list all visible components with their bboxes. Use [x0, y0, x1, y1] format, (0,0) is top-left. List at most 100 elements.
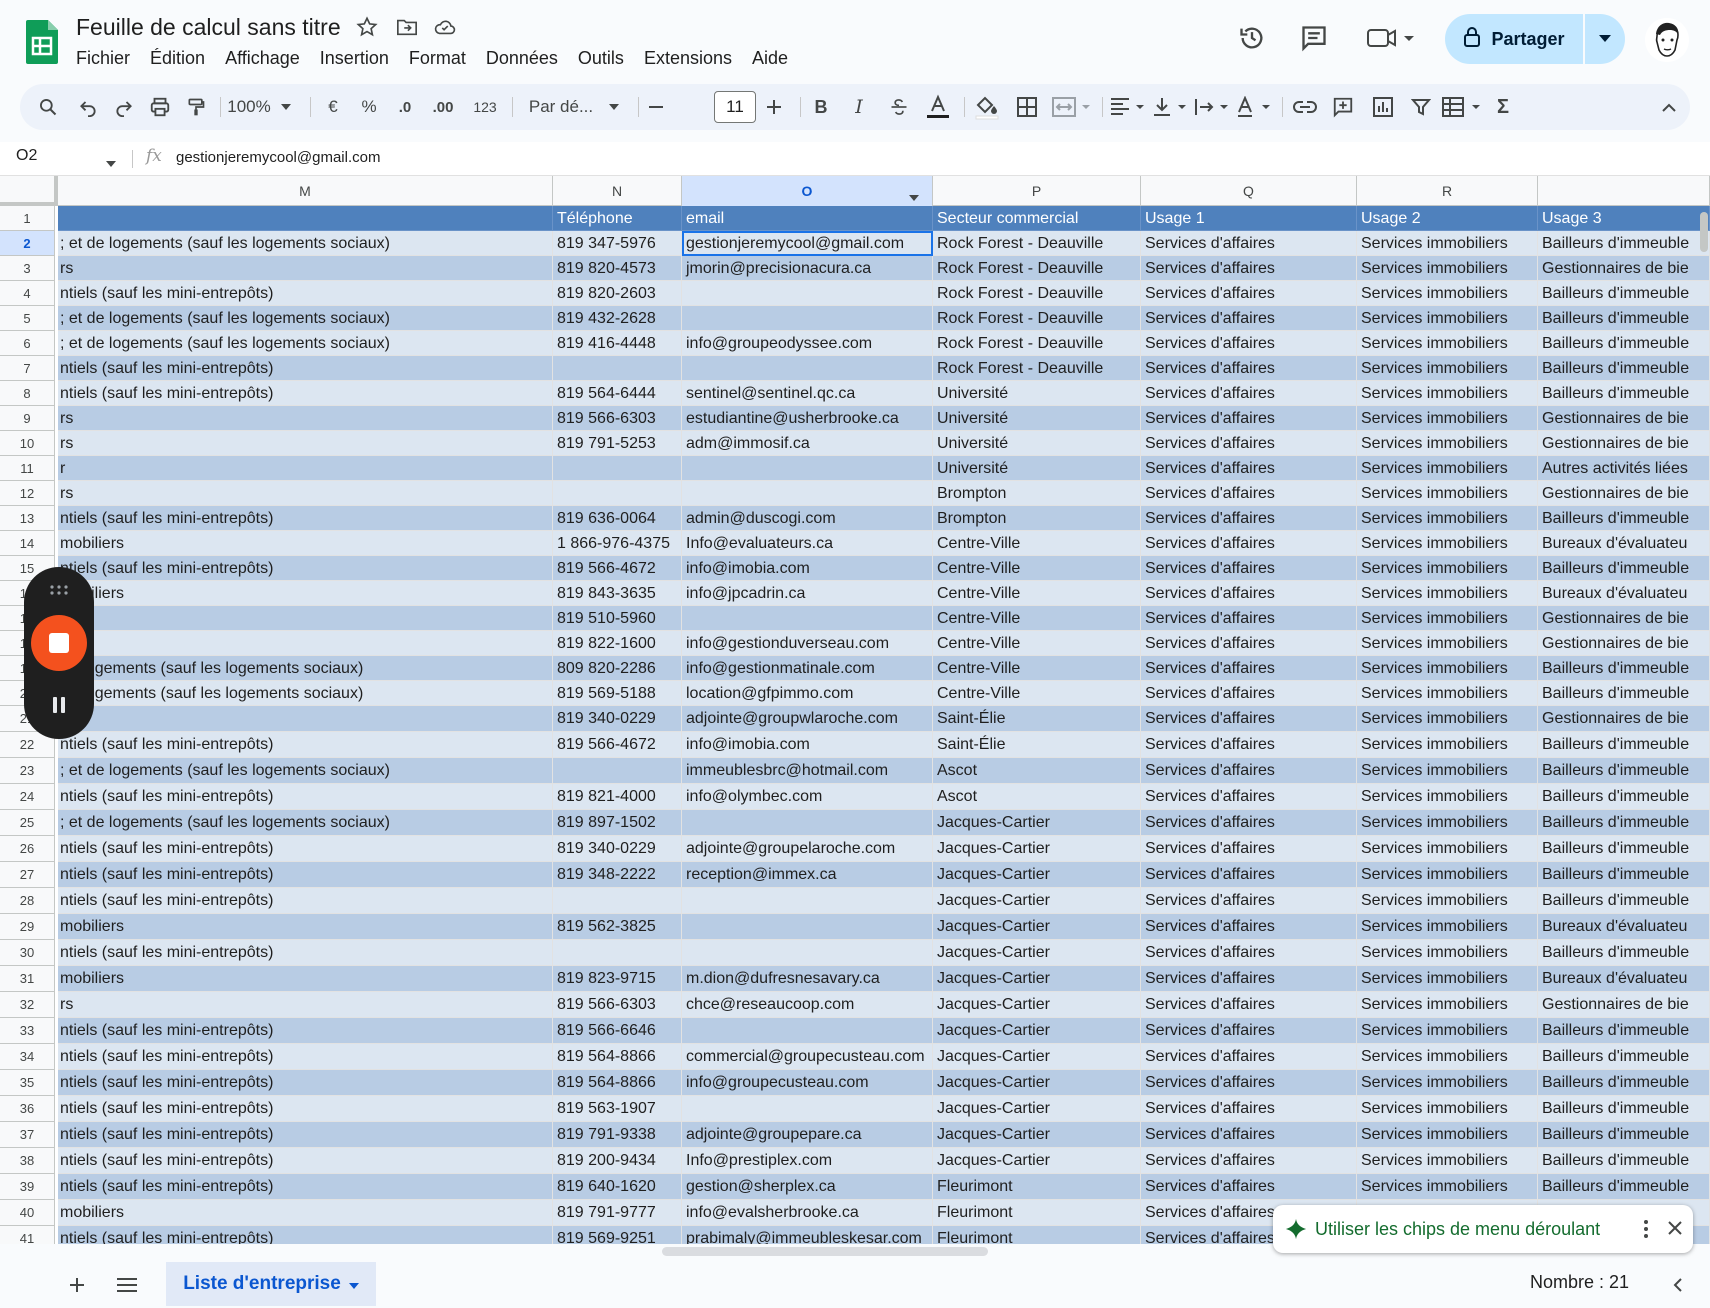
table-cell[interactable]: Bailleurs d'immeuble — [1538, 506, 1710, 531]
table-cell[interactable]: 819 566-6303 — [553, 992, 682, 1018]
insert-chart-icon[interactable] — [1366, 84, 1400, 130]
row-header[interactable]: 26 — [0, 836, 55, 862]
table-cell[interactable]: Services d'affaires — [1141, 914, 1357, 940]
table-cell[interactable]: r — [58, 456, 553, 481]
menu-insertion[interactable]: Insertion — [310, 44, 399, 72]
table-cell[interactable]: Services immobiliers — [1357, 606, 1538, 631]
fill-color-icon[interactable] — [970, 84, 1004, 130]
table-cell[interactable]: Jacques-Cartier — [933, 1044, 1141, 1070]
table-cell[interactable]: ntiels (sauf les mini-entrepôts) — [58, 556, 553, 581]
table-cell[interactable]: Ascot — [933, 784, 1141, 810]
table-cell[interactable]: ; et de logements (sauf les logements so… — [58, 758, 553, 784]
table-cell[interactable]: Info@evaluateurs.ca — [682, 531, 933, 556]
table-cell[interactable]: 819 340-0229 — [553, 836, 682, 862]
table-cell[interactable]: Services d'affaires — [1141, 356, 1357, 381]
row-header[interactable]: 35 — [0, 1070, 55, 1096]
table-cell[interactable]: 819 200-9434 — [553, 1148, 682, 1174]
row-header[interactable]: 30 — [0, 940, 55, 966]
table-cell[interactable]: Bailleurs d'immeuble — [1538, 381, 1710, 406]
table-cell[interactable]: Bailleurs d'immeuble — [1538, 758, 1710, 784]
table-cell[interactable]: Services immobiliers — [1357, 506, 1538, 531]
dropdown-chips-suggestion[interactable]: Utiliser les chips de menu déroulant — [1273, 1205, 1693, 1253]
table-cell[interactable]: Centre-Ville — [933, 606, 1141, 631]
table-cell[interactable]: Services d'affaires — [1141, 506, 1357, 531]
all-sheets-icon[interactable] — [112, 1270, 142, 1300]
close-icon[interactable] — [1667, 1220, 1683, 1241]
header-cell[interactable]: Téléphone — [553, 206, 682, 231]
table-cell[interactable]: Services immobiliers — [1357, 1044, 1538, 1070]
table-cell[interactable]: ntiels (sauf les mini-entrepôts) — [58, 1226, 553, 1244]
table-cell[interactable] — [553, 940, 682, 966]
table-cell[interactable]: 819 564-6444 — [553, 381, 682, 406]
table-cell[interactable]: Bailleurs d'immeuble — [1538, 1122, 1710, 1148]
table-cell[interactable]: 819 791-5253 — [553, 431, 682, 456]
row-header[interactable]: 3 — [0, 256, 55, 281]
table-cell[interactable]: Gestionnaires de bie — [1538, 606, 1710, 631]
table-cell[interactable]: Services d'affaires — [1141, 1070, 1357, 1096]
table-cell[interactable]: Services d'affaires — [1141, 732, 1357, 758]
bold-icon[interactable]: B — [806, 84, 836, 130]
table-cell[interactable]: Services immobiliers — [1357, 836, 1538, 862]
table-cell[interactable]: 819 564-8866 — [553, 1070, 682, 1096]
table-cell[interactable]: info@evalsherbrooke.ca — [682, 1200, 933, 1226]
table-icon[interactable] — [1440, 84, 1484, 130]
table-cell[interactable]: Services immobiliers — [1357, 966, 1538, 992]
table-cell[interactable]: info@gestionduverseau.com — [682, 631, 933, 656]
table-cell[interactable] — [682, 481, 933, 506]
table-cell[interactable]: 819 566-4672 — [553, 556, 682, 581]
table-cell[interactable]: Brompton — [933, 506, 1141, 531]
table-cell[interactable]: Services immobiliers — [1357, 862, 1538, 888]
table-cell[interactable]: Services d'affaires — [1141, 940, 1357, 966]
avatar[interactable] — [1645, 18, 1689, 62]
table-cell[interactable]: Services immobiliers — [1357, 531, 1538, 556]
row-header[interactable]: 39 — [0, 1174, 55, 1200]
table-cell[interactable] — [682, 1018, 933, 1044]
table-cell[interactable]: Jacques-Cartier — [933, 810, 1141, 836]
table-cell[interactable]: estudiantine@usherbrooke.ca — [682, 406, 933, 431]
table-cell[interactable] — [682, 810, 933, 836]
table-cell[interactable]: Centre-Ville — [933, 581, 1141, 606]
table-cell[interactable]: Services d'affaires — [1141, 1018, 1357, 1044]
table-cell[interactable]: Services immobiliers — [1357, 406, 1538, 431]
table-cell[interactable]: ; et de logements (sauf les logements so… — [58, 306, 553, 331]
column-header[interactable]: N — [553, 176, 682, 206]
table-cell[interactable]: 819 340-0229 — [553, 706, 682, 732]
table-cell[interactable]: ntiels (sauf les mini-entrepôts) — [58, 1018, 553, 1044]
table-cell[interactable]: ; et de logements (sauf les logements so… — [58, 810, 553, 836]
row-header[interactable]: 36 — [0, 1096, 55, 1122]
column-header[interactable]: Q — [1141, 176, 1357, 206]
italic-icon[interactable]: I — [844, 84, 874, 130]
table-cell[interactable]: Info@prestiplex.com — [682, 1148, 933, 1174]
table-cell[interactable]: ntiels (sauf les mini-entrepôts) — [58, 1044, 553, 1070]
share-button-main[interactable]: Partager — [1445, 14, 1583, 64]
table-cell[interactable]: mobiliers — [58, 914, 553, 940]
table-cell[interactable]: 819 820-2603 — [553, 281, 682, 306]
table-cell[interactable]: ntiels (sauf les mini-entrepôts) — [58, 836, 553, 862]
table-cell[interactable] — [682, 606, 933, 631]
table-cell[interactable]: Bailleurs d'immeuble — [1538, 1148, 1710, 1174]
table-cell[interactable] — [682, 356, 933, 381]
table-cell[interactable]: mobiliers — [58, 531, 553, 556]
table-cell[interactable]: Jacques-Cartier — [933, 992, 1141, 1018]
table-cell[interactable]: de logements (sauf les logements sociaux… — [58, 681, 553, 706]
filter-icon[interactable] — [1404, 84, 1438, 130]
table-cell[interactable]: Services immobiliers — [1357, 888, 1538, 914]
table-cell[interactable]: Services d'affaires — [1141, 556, 1357, 581]
table-cell[interactable]: ntiels (sauf les mini-entrepôts) — [58, 862, 553, 888]
table-cell[interactable]: rs — [58, 431, 553, 456]
row-header[interactable]: 24 — [0, 784, 55, 810]
menu-fichier[interactable]: Fichier — [66, 44, 140, 72]
table-cell[interactable]: 819 563-1907 — [553, 1096, 682, 1122]
table-cell[interactable]: 819 566-6303 — [553, 406, 682, 431]
table-cell[interactable]: Services d'affaires — [1141, 231, 1357, 256]
table-cell[interactable]: Services immobiliers — [1357, 481, 1538, 506]
table-cell[interactable]: info@imobia.com — [682, 732, 933, 758]
sheets-logo-icon[interactable] — [26, 20, 58, 64]
wrap-icon[interactable] — [1192, 84, 1232, 130]
suggestion-text[interactable]: Utiliser les chips de menu déroulant — [1315, 1219, 1600, 1240]
table-cell[interactable]: jmorin@precisionacura.ca — [682, 256, 933, 281]
menu-extensions[interactable]: Extensions — [634, 44, 742, 72]
menu-format[interactable]: Format — [399, 44, 476, 72]
table-cell[interactable]: ntiels (sauf les mini-entrepôts) — [58, 888, 553, 914]
table-cell[interactable]: gestionjeremycool@gmail.com — [682, 231, 933, 256]
